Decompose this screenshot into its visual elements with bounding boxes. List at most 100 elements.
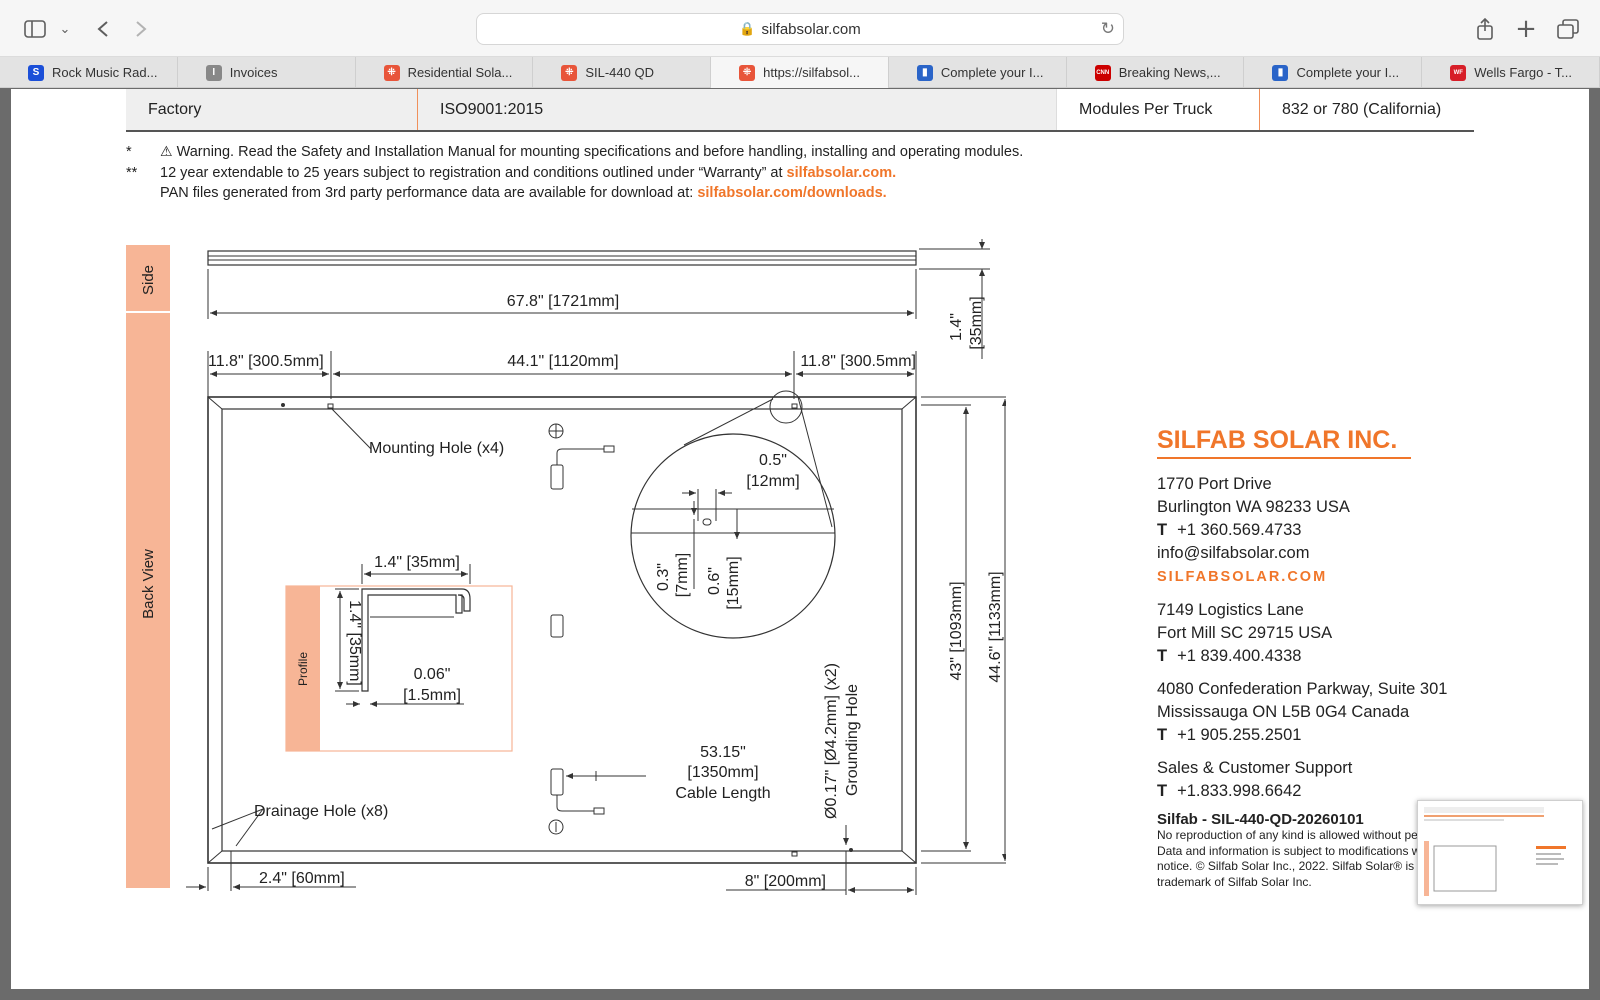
cable-length-label: Cable Length <box>675 785 770 802</box>
page-thumbnail[interactable] <box>1417 800 1583 905</box>
tab-title: Invoices <box>229 65 278 80</box>
document-id: Silfab - SIL-440-QD-20260101 <box>1157 811 1364 828</box>
side-label: Side <box>140 265 157 295</box>
tab-6[interactable]: ▮ Complete your I... <box>889 57 1067 88</box>
address-1-line-2: Burlington WA 98233 USA <box>1157 498 1350 516</box>
module-drawing: Side Back View 67.8" [1721mm] 1.4" [35mm… <box>126 239 1006 895</box>
length-dimension: 67.8" [1721mm] <box>507 293 619 310</box>
document-footer: Silfab - SIL-440-QD-20260101 No reproduc… <box>1157 811 1445 890</box>
tab-title: Residential Sola... <box>407 65 513 80</box>
tab-4[interactable]: ⁜ SIL-440 QD <box>533 57 712 88</box>
profile-label: Profile <box>296 652 310 686</box>
bottom-left-dimension: 2.4" [60mm] <box>259 870 345 887</box>
sidebar-icon[interactable] <box>20 14 50 44</box>
tab-1[interactable]: S Rock Music Rad... <box>0 57 178 88</box>
footnotes: * ⚠ Warning. Read the Safety and Installa… <box>126 142 1023 204</box>
tax-favicon-icon: ▮ <box>916 64 933 81</box>
company-email[interactable]: info@silfabsolar.com <box>1157 542 1477 565</box>
footer-line: trademark of Silfab Solar Inc. <box>1157 874 1312 889</box>
tax-favicon-icon: ▮ <box>1272 64 1289 81</box>
grounding-dimension: Ø0.17" [Ø4.2mm] (x2) <box>823 663 840 819</box>
grounding-label: Grounding Hole <box>844 684 861 796</box>
warning-text: Warning. Read the Safety and Installatio… <box>176 144 1024 160</box>
warning-icon: ⚠ <box>160 144 173 160</box>
address-3-line-1: 4080 Confederation Parkway, Suite 301 <box>1157 680 1448 698</box>
drainage-hole-label: Drainage Hole (x8) <box>254 803 388 820</box>
spec-table-row: Factory ISO9001:2015 Modules Per Truck 8… <box>126 89 1474 132</box>
company-name: SILFAB SOLAR INC. <box>1157 426 1411 459</box>
url-text: silfabsolar.com <box>761 20 861 38</box>
factory-label: Factory <box>126 89 418 130</box>
tab-9[interactable]: WF Wells Fargo - T... <box>1422 57 1600 88</box>
address-1-phone[interactable]: +1 360.569.4733 <box>1177 521 1301 539</box>
right-offset-dimension: 11.8" [300.5mm] <box>800 353 916 370</box>
height-outer-dimension: 44.6" [1133mm] <box>987 571 1004 682</box>
thickness-mm: [35mm] <box>968 296 985 349</box>
tab-title: Complete your I... <box>940 65 1044 80</box>
address-3-phone[interactable]: +1 905.255.2501 <box>1177 726 1301 744</box>
tab-title: https://silfabsol... <box>763 65 860 80</box>
support-label: Sales & Customer Support <box>1157 759 1353 777</box>
detail-h1-in: 0.3" <box>655 563 672 591</box>
cnn-favicon-icon: CNN <box>1094 64 1111 81</box>
new-tab-icon[interactable]: + <box>1511 14 1541 44</box>
truck-value: 832 or 780 (California) <box>1260 89 1474 130</box>
tab-8[interactable]: ▮ Complete your I... <box>1244 57 1423 88</box>
tab-5[interactable]: ⁜ https://silfabsol... <box>711 57 889 88</box>
company-website[interactable]: SILFABSOLAR.COM <box>1157 566 1477 589</box>
profile-height: 1.4" [35mm] <box>346 600 363 686</box>
footer-line: Data and information is subject to modif… <box>1157 843 1421 858</box>
address-2-line-1: 7149 Logistics Lane <box>1157 601 1304 619</box>
support-phone[interactable]: +1.833.998.6642 <box>1177 782 1301 800</box>
truck-label: Modules Per Truck <box>1056 89 1260 130</box>
warranty-link[interactable]: silfabsolar.com. <box>787 165 897 181</box>
profile-width: 1.4" [35mm] <box>374 554 460 571</box>
mid-span-dimension: 44.1" [1120mm] <box>507 353 618 370</box>
i-favicon-icon: I <box>205 64 222 81</box>
downloads-link[interactable]: silfabsolar.com/downloads. <box>697 185 886 201</box>
profile-thickness-mm: [1.5mm] <box>403 687 461 704</box>
tab-3[interactable]: ⁜ Residential Sola... <box>356 57 534 88</box>
wellsfargo-favicon-icon: WF <box>1450 64 1467 81</box>
forward-icon[interactable] <box>126 14 156 44</box>
tab-bar: S Rock Music Rad... I Invoices ⁜ Residential … <box>0 57 1600 88</box>
address-2-phone[interactable]: +1 839.400.4338 <box>1177 647 1301 665</box>
footer-line: notice. © Silfab Solar Inc., 2022. Silfa… <box>1157 859 1432 873</box>
footnote-mark: * <box>126 144 132 160</box>
cable-length-mm: [1350mm] <box>687 764 758 781</box>
tab-overview-icon[interactable] <box>1553 14 1583 44</box>
tab-7[interactable]: CNN Breaking News,... <box>1067 57 1245 88</box>
profile-thickness-in: 0.06" <box>414 666 451 683</box>
bottom-right-dimension: 8" [200mm] <box>745 873 826 890</box>
silfab-favicon-icon: ⁜ <box>561 64 578 81</box>
tab-title: SIL-440 QD <box>585 65 654 80</box>
back-icon[interactable] <box>88 14 118 44</box>
pan-text: PAN files generated from 3rd party perfo… <box>160 185 698 201</box>
tab-title: Rock Music Rad... <box>52 65 158 80</box>
detail-width-mm: [12mm] <box>746 473 799 490</box>
address-2-line-2: Fort Mill SC 29715 USA <box>1157 624 1333 642</box>
thickness-in: 1.4" <box>948 313 965 341</box>
share-icon[interactable] <box>1470 14 1500 44</box>
silfab-favicon-icon: ⁜ <box>383 64 400 81</box>
footer-line: No reproduction of any kind is allowed w… <box>1157 828 1418 842</box>
cable-length-in: 53.15" <box>700 744 746 761</box>
chevron-down-icon[interactable]: ⌄ <box>50 14 80 44</box>
tab-2[interactable]: I Invoices <box>178 57 356 88</box>
company-info: SILFAB SOLAR INC. 1770 Port Drive Burlin… <box>1157 426 1477 803</box>
address-1-line-1: 1770 Port Drive <box>1157 475 1272 493</box>
tab-title: Complete your I... <box>1296 65 1400 80</box>
page-content: Factory ISO9001:2015 Modules Per Truck 8… <box>11 89 1589 989</box>
address-3-line-2: Mississauga ON L5B 0G4 Canada <box>1157 703 1410 721</box>
detail-h2-mm: [15mm] <box>725 556 742 609</box>
address-bar[interactable]: 🔒 silfabsolar.com ↻ <box>476 13 1124 45</box>
detail-h1-mm: [7mm] <box>674 553 691 597</box>
detail-width-in: 0.5" <box>759 452 787 469</box>
warranty-text: 12 year extendable to 25 years subject t… <box>160 164 787 181</box>
back-view-label: Back View <box>140 549 157 619</box>
lock-icon: 🔒 <box>739 21 756 37</box>
left-offset-dimension: 11.8" [300.5mm] <box>208 353 324 370</box>
mounting-hole-label: Mounting Hole (x4) <box>369 440 504 457</box>
reload-icon[interactable]: ↻ <box>1101 19 1115 39</box>
tab-title: Wells Fargo - T... <box>1474 65 1573 80</box>
